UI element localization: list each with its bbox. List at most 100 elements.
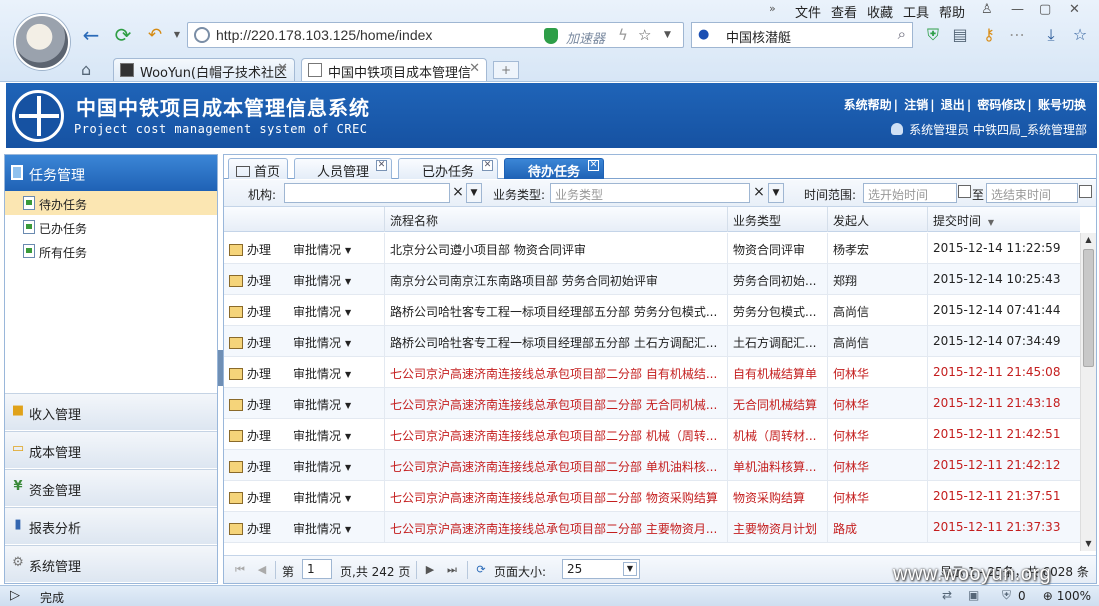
address-bar[interactable]: http://220.178.103.125/home/index 加速器 ϟ …: [187, 22, 684, 48]
business-type-dropdown-icon[interactable]: ▼: [768, 183, 784, 203]
link-help[interactable]: 系统帮助: [844, 98, 892, 112]
close-tab-icon[interactable]: ✕: [588, 160, 599, 171]
link-exit[interactable]: 退出: [941, 98, 965, 112]
table-row[interactable]: 办理 审批情况 ▼ 路桥公司哈牡客专工程一标项目经理部五分部 劳务分包模式... 劳务分…: [224, 295, 1080, 326]
url-dropdown-icon[interactable]: ▼: [664, 30, 671, 40]
approval-status-menu[interactable]: 审批情况 ▼: [293, 522, 351, 536]
scroll-thumb[interactable]: [1083, 249, 1094, 367]
network-icon[interactable]: ▣: [968, 588, 979, 602]
business-type-input[interactable]: 业务类型: [550, 183, 750, 203]
more-icon[interactable]: ⋯: [1008, 26, 1026, 44]
table-row[interactable]: 办理 审批情况 ▼ 七公司京沪高速济南连接线总承包项目部二分部 主要物资月... 主要物…: [224, 512, 1080, 543]
minimize-icon[interactable]: —: [1011, 2, 1024, 17]
header-initiator[interactable]: 发起人: [828, 207, 928, 232]
sidebar-section-system[interactable]: ⚙ 系统管理: [5, 545, 217, 582]
cell-process-name[interactable]: 七公司京沪高速济南连接线总承包项目部二分部 物资采购结算: [385, 481, 728, 512]
cell-process-name[interactable]: 七公司京沪高速济南连接线总承包项目部二分部 无合同机械...: [385, 388, 728, 419]
calendar-icon[interactable]: [1079, 185, 1092, 198]
approval-status-menu[interactable]: 审批情况 ▼: [293, 491, 351, 505]
browser-tab-wooyun[interactable]: WooYun(白帽子技术社区 ✕: [113, 58, 295, 81]
favorite-star-icon[interactable]: ☆: [638, 26, 651, 44]
undo-dropdown-icon[interactable]: ▼: [166, 24, 188, 46]
undo-icon[interactable]: ↶: [144, 24, 166, 46]
close-tab-icon[interactable]: ✕: [376, 160, 387, 171]
url-text[interactable]: http://220.178.103.125/home/index: [216, 27, 432, 43]
link-change-password[interactable]: 密码修改: [977, 98, 1025, 112]
header-submit-time[interactable]: 提交时间 ▼: [928, 207, 1080, 232]
table-row[interactable]: 办理 审批情况 ▼ 七公司京沪高速济南连接线总承包项目部二分部 单机油料核... 单机油…: [224, 450, 1080, 481]
handle-task-link[interactable]: 办理: [247, 398, 271, 412]
prev-page-icon[interactable]: ◀: [254, 562, 270, 578]
table-row[interactable]: 办理 审批情况 ▼ 七公司京沪高速济南连接线总承包项目部二分部 自有机械结... 自有机…: [224, 357, 1080, 388]
menu-view[interactable]: 查看: [831, 2, 857, 21]
page-number-input[interactable]: 1: [302, 559, 332, 579]
cell-process-name[interactable]: 七公司京沪高速济南连接线总承包项目部二分部 自有机械结...: [385, 357, 728, 388]
close-tab-icon[interactable]: ✕: [277, 61, 288, 76]
accelerator-label[interactable]: 加速器: [566, 28, 605, 47]
header-process-name[interactable]: 流程名称: [385, 207, 728, 232]
link-switch-account[interactable]: 账号切换: [1038, 98, 1086, 112]
cell-process-name[interactable]: 南京分公司南京江东南路项目部 劳务合同初始评审: [385, 264, 728, 295]
table-row[interactable]: 办理 审批情况 ▼ 七公司京沪高速济南连接线总承包项目部二分部 无合同机械... 无合同…: [224, 388, 1080, 419]
table-row[interactable]: 办理 审批情况 ▼ 路桥公司哈牡客专工程一标项目经理部五分部 土石方调配汇... 土石方…: [224, 326, 1080, 357]
sidebar-section-reports[interactable]: ▮ 报表分析: [5, 507, 217, 544]
scroll-down-icon[interactable]: ▼: [1081, 537, 1096, 551]
menu-chevron-icon[interactable]: »: [769, 2, 776, 15]
security-shield-icon[interactable]: ⛨: [924, 26, 942, 44]
sidebar-section-funds[interactable]: ¥ 资金管理: [5, 469, 217, 506]
search-box[interactable]: ● 中国核潜艇 ⌕: [691, 22, 913, 48]
table-row[interactable]: 办理 审批情况 ▼ 七公司京沪高速济南连接线总承包项目部二分部 物资采购结算 物资采购结…: [224, 481, 1080, 512]
table-row[interactable]: 办理 审批情况 ▼ 南京分公司南京江东南路项目部 劳务合同初始评审 劳务合同初始... 郑…: [224, 264, 1080, 295]
header-business-type[interactable]: 业务类型: [728, 207, 828, 232]
approval-status-menu[interactable]: 审批情况 ▼: [293, 460, 351, 474]
zoom-level[interactable]: ⊕ 100%: [1043, 589, 1091, 603]
link-logout[interactable]: 注销: [904, 98, 928, 112]
back-arrow-icon[interactable]: ←: [80, 24, 102, 46]
next-page-icon[interactable]: ▶: [422, 562, 438, 578]
tab-home[interactable]: 首页: [228, 158, 288, 180]
download-status-icon[interactable]: ⛨: [1002, 588, 1011, 603]
menu-tools[interactable]: 工具: [903, 2, 929, 21]
search-input[interactable]: 中国核潜艇: [726, 27, 791, 46]
skin-icon[interactable]: ♙: [981, 2, 993, 17]
compat-icon[interactable]: ⇄: [942, 588, 952, 602]
sidebar-item-all-tasks[interactable]: 所有任务: [5, 239, 217, 263]
org-dropdown-icon[interactable]: ▼: [466, 183, 482, 203]
menu-file[interactable]: 文件: [795, 2, 821, 21]
sidebar-item-pending-tasks[interactable]: 待办任务: [5, 191, 217, 215]
approval-status-menu[interactable]: 审批情况 ▼: [293, 243, 351, 257]
handle-task-link[interactable]: 办理: [247, 274, 271, 288]
approval-status-menu[interactable]: 审批情况 ▼: [293, 305, 351, 319]
handle-task-link[interactable]: 办理: [247, 305, 271, 319]
user-avatar[interactable]: [14, 14, 70, 70]
table-row[interactable]: 办理 审批情况 ▼ 七公司京沪高速济南连接线总承包项目部二分部 机械（周转... 机械（…: [224, 419, 1080, 450]
last-page-icon[interactable]: ⏭: [444, 562, 460, 578]
first-page-icon[interactable]: ⏮: [232, 562, 248, 578]
search-icon[interactable]: ⌕: [898, 25, 906, 43]
cell-process-name[interactable]: 路桥公司哈牡客专工程一标项目经理部五分部 土石方调配汇...: [385, 326, 728, 357]
lightning-icon[interactable]: ϟ: [618, 26, 628, 44]
handle-task-link[interactable]: 办理: [247, 429, 271, 443]
browser-tab-crec[interactable]: 中国中铁项目成本管理信 ✕: [301, 58, 487, 81]
scroll-up-icon[interactable]: ▲: [1081, 233, 1096, 247]
menu-favorites[interactable]: 收藏: [867, 2, 893, 21]
handle-task-link[interactable]: 办理: [247, 336, 271, 350]
tab-pending-tasks[interactable]: 待办任务 ✕: [504, 158, 604, 180]
cell-process-name[interactable]: 七公司京沪高速济南连接线总承包项目部二分部 主要物资月...: [385, 512, 728, 543]
clear-org-icon[interactable]: ×: [450, 183, 466, 203]
cell-process-name[interactable]: 北京分公司遵小项目部 物资合同评审: [385, 233, 728, 264]
handle-task-link[interactable]: 办理: [247, 491, 271, 505]
close-tab-icon[interactable]: ✕: [469, 61, 480, 76]
tab-done-tasks[interactable]: 已办任务 ✕: [398, 158, 498, 180]
cell-process-name[interactable]: 路桥公司哈牡客专工程一标项目经理部五分部 劳务分包模式...: [385, 295, 728, 326]
approval-status-menu[interactable]: 审批情况 ▼: [293, 429, 351, 443]
handle-task-link[interactable]: 办理: [247, 367, 271, 381]
clear-type-icon[interactable]: ×: [751, 183, 767, 203]
handle-task-link[interactable]: 办理: [247, 243, 271, 257]
end-time-input[interactable]: 选结束时间: [986, 183, 1078, 203]
favorites-icon[interactable]: ☆: [1071, 26, 1089, 44]
calendar-icon[interactable]: [958, 185, 971, 198]
start-time-input[interactable]: 选开始时间: [863, 183, 957, 203]
handle-task-link[interactable]: 办理: [247, 460, 271, 474]
sidebar-section-income[interactable]: ■ 收入管理: [5, 393, 217, 430]
